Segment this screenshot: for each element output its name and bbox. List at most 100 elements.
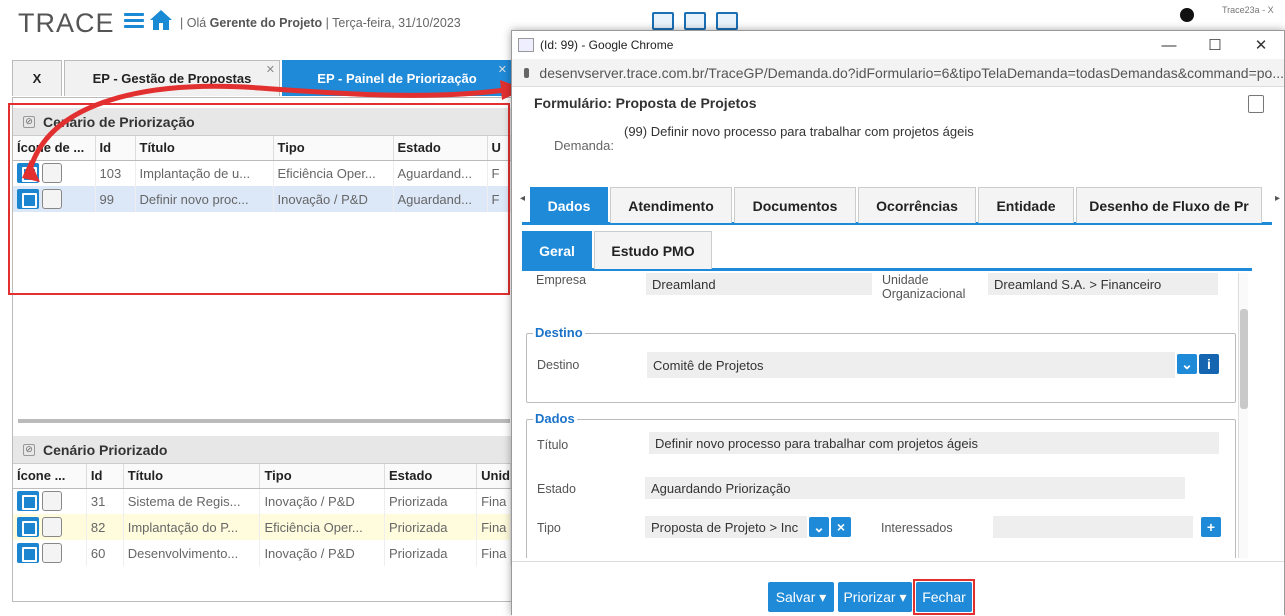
destino-select[interactable]: Comitê de Projetos (647, 352, 1175, 378)
edit-icon[interactable] (17, 543, 39, 563)
highlight-box (913, 579, 975, 615)
top-toolbar (652, 12, 738, 30)
scrollbar-thumb[interactable] (1240, 309, 1248, 409)
form-content: Empresa Dreamland Unidade Organizacional… (522, 273, 1250, 558)
expand-icon[interactable]: ⊘ (23, 443, 35, 456)
destino-label: Destino (537, 358, 580, 372)
tab-atendimento[interactable]: Atendimento (610, 187, 732, 223)
user-role: Gerente do Projeto (209, 16, 323, 30)
column-header[interactable]: Tipo (259, 464, 385, 489)
lock-icon (524, 67, 530, 78)
flow-icon[interactable] (42, 517, 62, 537)
address-bar[interactable]: desenvserver.trace.com.br/TraceGP/Demand… (512, 59, 1284, 87)
tab-ocorrencias[interactable]: Ocorrências (858, 187, 976, 223)
home-icon[interactable] (149, 9, 173, 31)
cell-unidade: Fina (476, 488, 511, 514)
arrow-annotation (22, 80, 525, 182)
user-label: Trace23a - X (1222, 5, 1274, 15)
interessados-label: Interessados (881, 521, 953, 535)
url-text[interactable]: desenvserver.trace.com.br/TraceGP/Demand… (539, 65, 1284, 81)
tab-geral[interactable]: Geral (522, 231, 592, 269)
unidade-label: Unidade Organizacional (882, 273, 966, 301)
priorizar-button[interactable]: Priorizar ▾ (838, 582, 912, 612)
demanda-label: Demanda: (554, 138, 614, 153)
destino-fieldset: Destino Destino Comitê de Projetos ⌄ i (526, 325, 1236, 403)
chevron-down-icon[interactable]: ⌄ (1177, 354, 1197, 374)
graph-icon[interactable] (684, 12, 706, 30)
current-date: | Terça-feira, 31/10/2023 (325, 16, 461, 30)
cell-estado: Priorizada (384, 514, 478, 540)
tab-documentos[interactable]: Documentos (734, 187, 856, 223)
form-footer: Salvar ▾ Priorizar ▾ Fechar (512, 561, 1284, 616)
cell-id: 60 (86, 540, 124, 566)
cell-id: 82 (86, 514, 124, 540)
flow-icon[interactable] (42, 543, 62, 563)
edit-icon[interactable] (17, 491, 39, 512)
scroll-right-icon[interactable]: ▸ (1275, 193, 1280, 204)
tab-estudo-pmo[interactable]: Estudo PMO (594, 231, 712, 269)
dados-legend: Dados (533, 411, 577, 426)
titulo-field[interactable]: Definir novo processo para trabalhar com… (649, 432, 1219, 454)
dados-fieldset: Dados Título Definir novo processo para … (526, 411, 1236, 558)
chart-icon[interactable] (652, 12, 674, 30)
empresa-field: Dreamland (646, 273, 872, 295)
cell-estado: Priorizada (384, 488, 478, 514)
favicon-icon (518, 38, 534, 52)
maximize-button[interactable]: ☐ (1192, 31, 1238, 59)
cell-tipo: Inovação / P&D (259, 540, 385, 566)
cenario-priorizado-header[interactable]: ⊘ Cenário Priorizado (13, 436, 511, 464)
hamburger-menu-icon[interactable] (124, 13, 144, 29)
column-header[interactable]: Ícone ... (13, 464, 87, 489)
estado-field: Aguardando Priorização (645, 477, 1185, 499)
cenario-priorizado-table: Ícone ... Id Título Tipo Estado Unid 31 … (13, 464, 511, 566)
cell-unidade: Fina (476, 540, 511, 566)
main-tabs: Dados Atendimento Documentos Ocorrências… (522, 187, 1272, 225)
popup-window: (Id: 99) - Google Chrome — ☐ ✕ desenvser… (511, 30, 1285, 616)
cell-id: 31 (86, 488, 124, 514)
cell-titulo: Desenvolvimento... (123, 540, 261, 566)
table-row[interactable]: 31 Sistema de Regis... Inovação / P&D Pr… (13, 488, 511, 514)
column-header[interactable]: Unid (476, 464, 511, 489)
scroll-left-icon[interactable]: ◂ (520, 193, 525, 204)
clear-icon[interactable]: × (831, 517, 851, 537)
cell-unidade: Fina (476, 514, 511, 540)
edit-icon[interactable] (17, 517, 39, 537)
column-header[interactable]: Estado (384, 464, 478, 489)
window-titlebar[interactable]: (Id: 99) - Google Chrome — ☐ ✕ (512, 31, 1284, 59)
flow-icon[interactable] (42, 491, 62, 512)
salvar-button[interactable]: Salvar ▾ (768, 582, 834, 612)
greeting-prefix: | Olá (180, 16, 207, 30)
fullscreen-icon[interactable] (1248, 95, 1264, 113)
cell-estado: Priorizada (384, 540, 478, 566)
window-title: (Id: 99) - Google Chrome (540, 38, 674, 52)
tab-desenho-fluxo[interactable]: Desenho de Fluxo de Pr (1076, 187, 1262, 223)
demanda-value: (99) Definir novo processo para trabalha… (624, 124, 974, 139)
tab-dados[interactable]: Dados (530, 187, 608, 223)
avatar[interactable] (1180, 8, 1194, 22)
section-title: Cenário Priorizado (43, 441, 168, 458)
titulo-label: Título (537, 438, 569, 452)
chevron-down-icon[interactable]: ⌄ (809, 517, 829, 537)
cell-tipo: Inovação / P&D (259, 488, 385, 514)
sub-tabs: Geral Estudo PMO (522, 231, 1252, 271)
tipo-label: Tipo (537, 521, 561, 535)
cell-titulo: Implantação do P... (123, 514, 261, 540)
add-icon[interactable]: + (1201, 517, 1221, 537)
table-row[interactable]: 82 Implantação do P... Eficiência Oper..… (13, 514, 511, 540)
panel-splitter[interactable] (18, 419, 510, 423)
info-icon[interactable]: i (1199, 354, 1219, 374)
column-header[interactable]: Id (86, 464, 124, 489)
greeting: | Olá Gerente do Projeto | Terça-feira, … (180, 16, 461, 30)
empresa-label: Empresa (536, 273, 587, 287)
minimize-button[interactable]: — (1146, 31, 1192, 59)
close-window-button[interactable]: ✕ (1238, 31, 1284, 59)
table-row[interactable]: 60 Desenvolvimento... Inovação / P&D Pri… (13, 540, 511, 566)
interessados-field[interactable] (993, 516, 1193, 538)
tipo-field[interactable]: Proposta de Projeto > Inc (645, 516, 807, 538)
scrollbar[interactable] (1238, 273, 1248, 558)
destino-legend: Destino (533, 325, 585, 340)
column-header[interactable]: Título (123, 464, 261, 489)
tab-entidade[interactable]: Entidade (978, 187, 1074, 223)
trace-logo: TRACE (18, 8, 115, 38)
checkbox-icon[interactable] (716, 12, 738, 30)
